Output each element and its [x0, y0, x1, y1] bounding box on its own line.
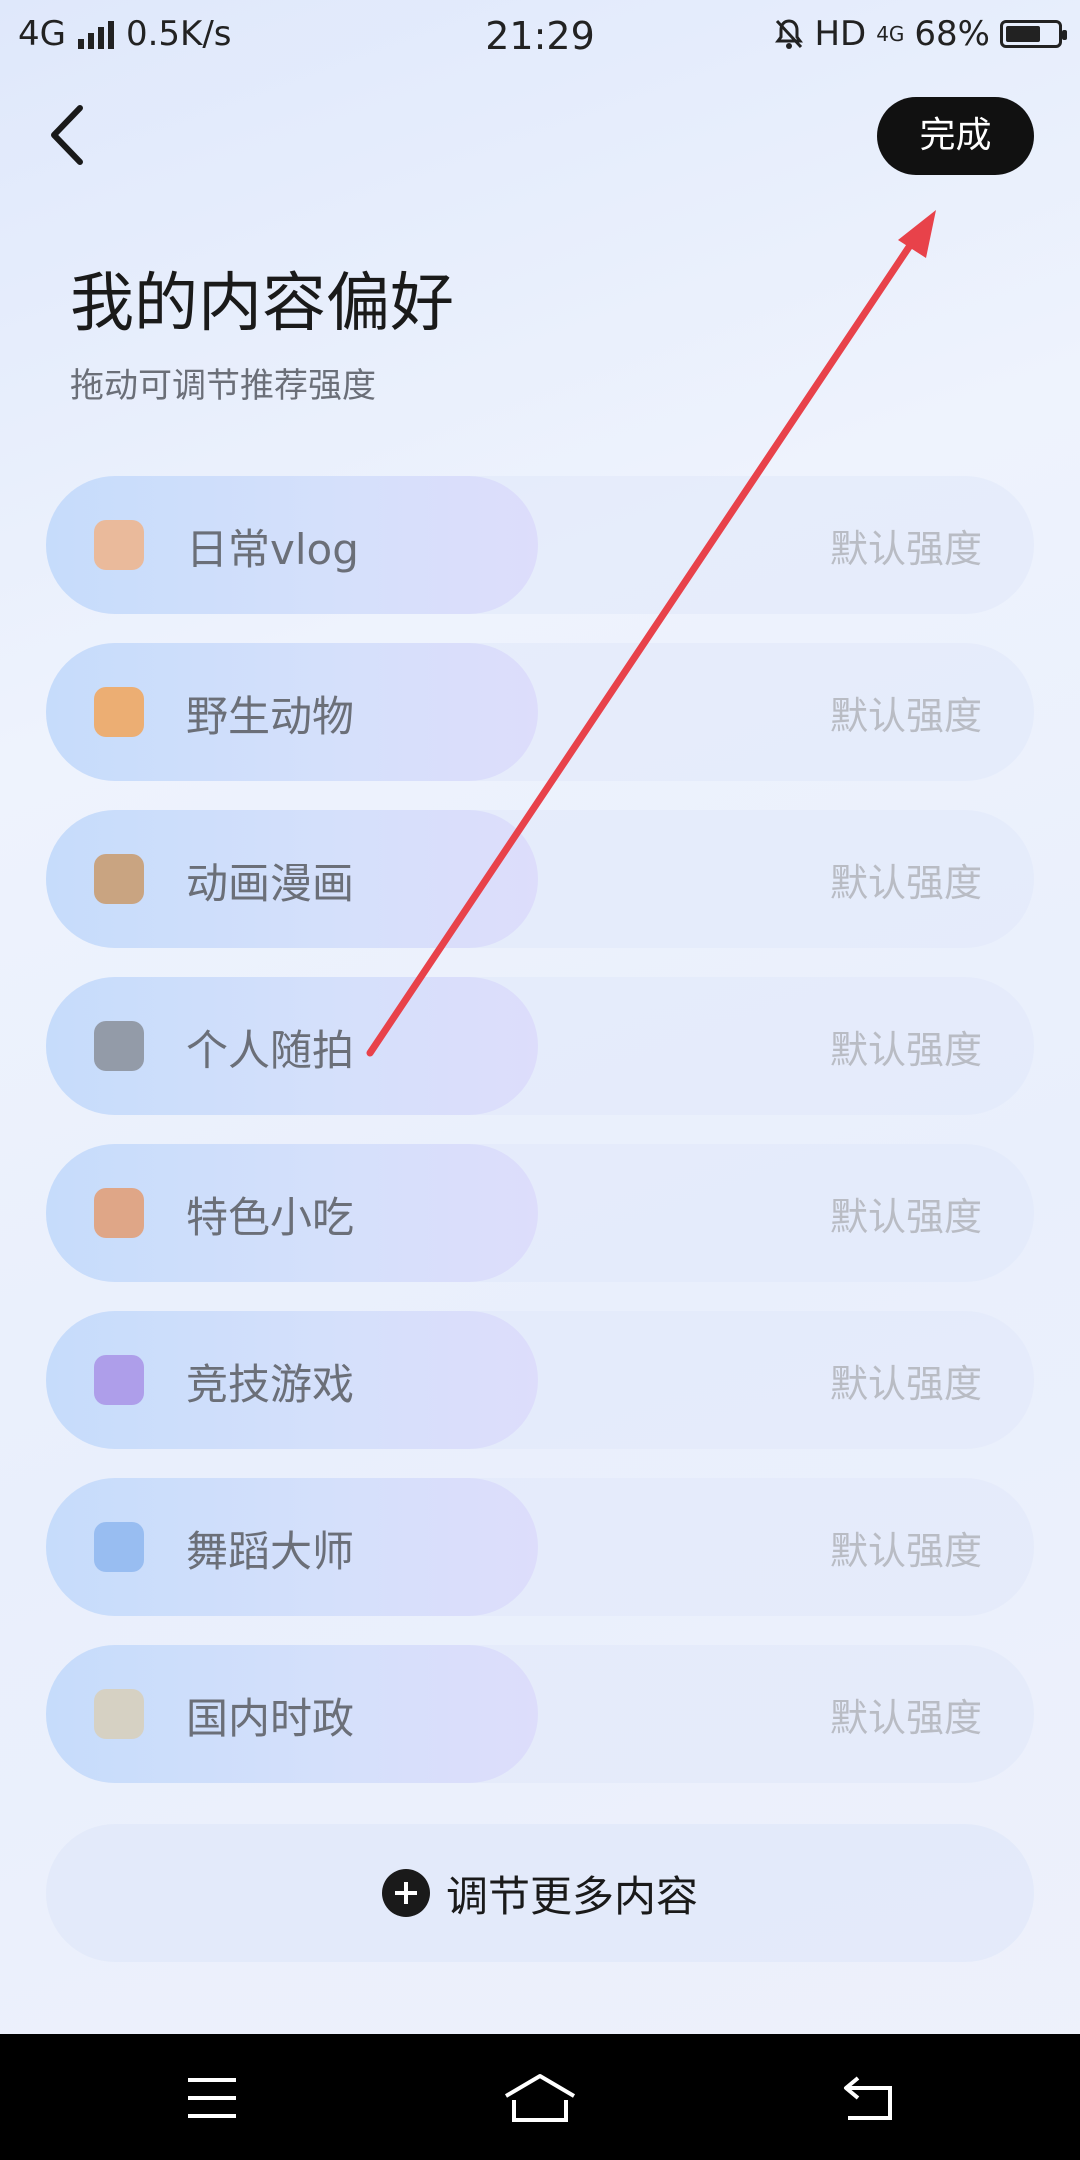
back-button[interactable]	[44, 100, 94, 170]
preference-row[interactable]: 动画漫画 默认强度	[46, 810, 1034, 948]
status-bar: 4G 0.5K/s 21:29 HD 4G 68%	[0, 0, 1080, 72]
preference-name: 个人随拍	[186, 1026, 355, 1075]
camera-icon	[94, 1021, 144, 1071]
preference-row[interactable]: 国内时政 默认强度	[46, 1645, 1034, 1783]
preference-level: 默认强度	[829, 1362, 982, 1406]
preference-name: 动画漫画	[186, 859, 355, 908]
preference-name: 竞技游戏	[186, 1360, 355, 1409]
preference-level: 默认强度	[829, 1195, 982, 1239]
hd-label: HD	[814, 14, 867, 54]
adjust-more-label: 调节更多内容	[445, 1871, 698, 1921]
preference-level: 默认强度	[829, 1696, 982, 1740]
dancer-icon	[94, 1522, 144, 1572]
battery-icon	[1000, 20, 1067, 48]
preference-level: 默认强度	[829, 861, 982, 905]
preference-level: 默认强度	[829, 1028, 982, 1072]
preference-row[interactable]: 特色小吃 默认强度	[46, 1144, 1034, 1282]
preference-row[interactable]: 舞蹈大师 默认强度	[46, 1478, 1034, 1616]
food-stall-icon	[94, 1188, 144, 1238]
preference-name: 特色小吃	[186, 1193, 355, 1242]
page-title: 我的内容偏好	[70, 267, 454, 341]
done-button[interactable]: 完成	[877, 97, 1034, 175]
preference-name: 舞蹈大师	[186, 1527, 355, 1576]
adjust-more-button[interactable]: 调节更多内容	[46, 1824, 1034, 1962]
tiger-icon	[94, 687, 144, 737]
preference-level: 默认强度	[829, 1529, 982, 1573]
navigation-bar	[0, 2034, 1080, 2160]
page-subtitle: 拖动可调节推荐强度	[70, 366, 376, 406]
preference-list: 日常vlog 默认强度 野生动物 默认强度 动画漫画 默认强度 个人随拍 默认强…	[46, 476, 1034, 1812]
preference-level: 默认强度	[829, 694, 982, 738]
back-nav-icon[interactable]	[840, 2070, 900, 2126]
gem-shield-icon	[94, 1355, 144, 1405]
newspaper-icon	[94, 1689, 144, 1739]
preference-name: 野生动物	[186, 692, 355, 741]
plus-circle-icon	[381, 1869, 430, 1917]
preference-row[interactable]: 竞技游戏 默认强度	[46, 1311, 1034, 1449]
battery-percent: 68%	[914, 14, 990, 54]
preference-name: 国内时政	[186, 1694, 355, 1743]
preference-row[interactable]: 野生动物 默认强度	[46, 643, 1034, 781]
status-right: HD 4G 68%	[774, 14, 1067, 54]
preference-level: 默认强度	[829, 527, 982, 571]
network-small: 4G	[876, 22, 905, 46]
bear-icon	[94, 854, 144, 904]
home-icon[interactable]	[502, 2070, 578, 2126]
bell-mute-icon	[775, 19, 804, 49]
chevron-left-icon	[51, 105, 83, 165]
preference-row[interactable]: 个人随拍 默认强度	[46, 977, 1034, 1115]
menu-icon[interactable]	[182, 2070, 242, 2126]
preference-row[interactable]: 日常vlog 默认强度	[46, 476, 1034, 614]
phone-vlog-icon	[94, 520, 144, 570]
preference-name: 日常vlog	[186, 525, 359, 574]
